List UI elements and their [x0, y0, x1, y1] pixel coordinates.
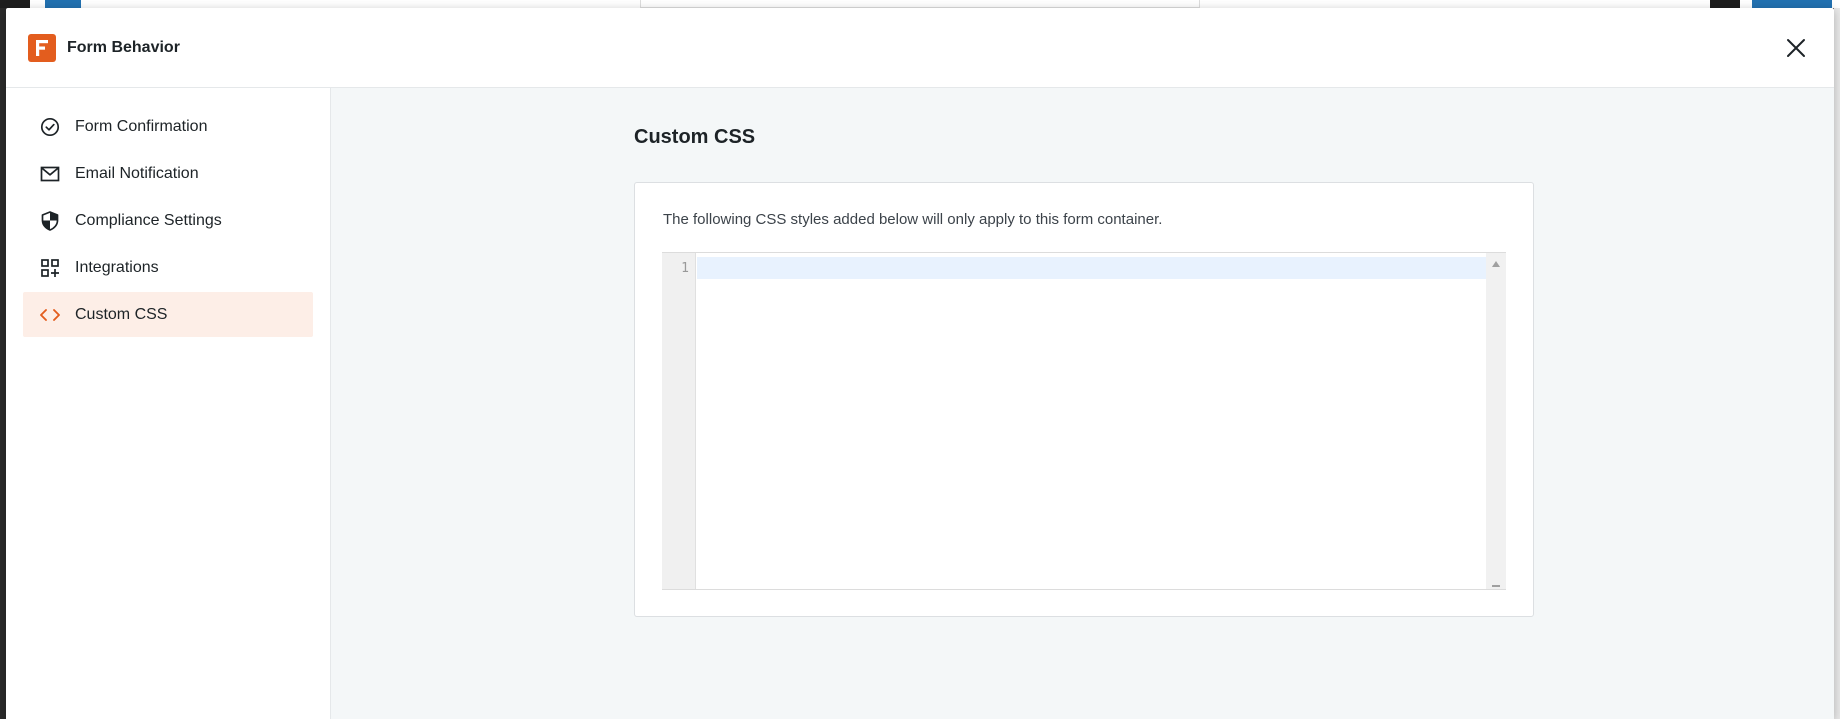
sidebar-item-compliance-settings[interactable]: Compliance Settings: [23, 198, 313, 243]
background-block: [45, 0, 81, 8]
sidebar-item-form-confirmation[interactable]: Form Confirmation: [23, 104, 313, 149]
sidebar-item-integrations[interactable]: Integrations: [23, 245, 313, 290]
line-number: 1: [681, 261, 689, 276]
css-code-editor[interactable]: 1: [662, 252, 1506, 590]
grid-plus-icon: [39, 257, 61, 279]
custom-css-card: The following CSS styles added below wil…: [634, 182, 1534, 617]
modal-body: Form Confirmation Email Notification Com…: [6, 88, 1834, 719]
editor-gutter: 1: [662, 253, 696, 589]
background-editor-toolbar: [0, 0, 1840, 8]
sidebar-item-label: Form Confirmation: [75, 117, 208, 135]
background-block: [1710, 0, 1740, 8]
sidebar-item-email-notification[interactable]: Email Notification: [23, 151, 313, 196]
background-block: [640, 0, 1200, 8]
sidebar-item-label: Integrations: [75, 258, 159, 276]
shield-icon: [39, 210, 61, 232]
forminator-logo-icon: [28, 33, 56, 62]
sidebar-item-custom-css[interactable]: Custom CSS: [23, 292, 313, 337]
sidebar: Form Confirmation Email Notification Com…: [6, 88, 331, 719]
editor-scrollbar[interactable]: [1486, 253, 1506, 589]
close-button[interactable]: [1782, 34, 1810, 62]
sidebar-item-label: Email Notification: [75, 164, 199, 182]
sidebar-item-label: Custom CSS: [75, 305, 168, 323]
close-icon: [1787, 39, 1805, 57]
custom-css-description: The following CSS styles added below wil…: [663, 211, 1163, 228]
scroll-up-arrow-icon[interactable]: [1492, 261, 1500, 267]
code-icon: [39, 304, 61, 326]
section-title: Custom CSS: [634, 126, 756, 148]
envelope-icon: [39, 163, 61, 185]
background-block: [0, 0, 30, 8]
form-behavior-modal: Form Behavior Form Confirmation Email No…: [6, 8, 1834, 719]
check-circle-icon: [39, 116, 61, 138]
scroll-down-arrow-icon[interactable]: [1492, 585, 1500, 587]
css-editor-input[interactable]: [697, 253, 1486, 589]
modal-header: Form Behavior: [6, 8, 1834, 88]
background-right-panel: [1834, 8, 1840, 719]
sidebar-item-label: Compliance Settings: [75, 211, 222, 229]
modal-title: Form Behavior: [67, 38, 180, 56]
background-block: [1752, 0, 1832, 8]
main-content: Custom CSS The following CSS styles adde…: [331, 88, 1834, 719]
